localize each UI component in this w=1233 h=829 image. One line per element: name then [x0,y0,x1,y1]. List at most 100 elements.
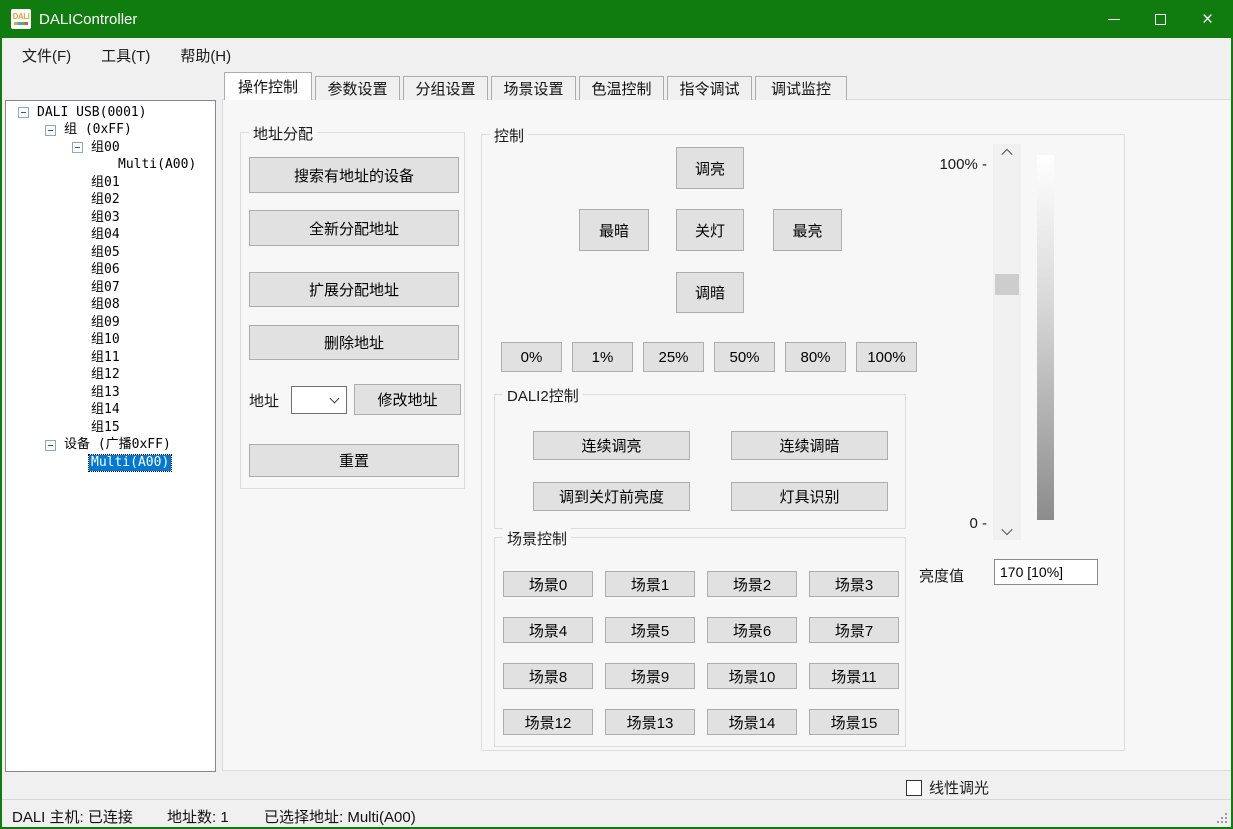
tree-item[interactable]: 组11 [6,349,215,367]
brightness-min-label: 0 - [902,515,987,532]
scene-button[interactable]: 场景1 [605,571,695,597]
tree-item[interactable]: 组05 [6,244,215,262]
scene-button[interactable]: 场景6 [707,617,797,643]
tree-item[interactable]: 组03 [6,209,215,227]
resize-grip-icon[interactable] [1215,811,1227,823]
tree-item-label: Multi(A00) [89,455,171,471]
reset-button[interactable]: 重置 [249,444,459,477]
close-button[interactable]: × [1184,0,1231,38]
brightness-gradient-bar [1037,155,1054,520]
tab[interactable]: 场景设置 [491,76,576,100]
tree-item[interactable]: 组01 [6,174,215,192]
menu-item[interactable]: 工具(T) [89,40,162,71]
brightness-scrollbar[interactable] [993,144,1021,540]
tree-item-label: 组05 [89,245,122,261]
percent-button[interactable]: 1% [572,342,633,372]
lights-off-button[interactable]: 关灯 [676,209,744,251]
dali2-group-title: DALI2控制 [503,385,583,406]
scene-button[interactable]: 场景0 [503,571,593,597]
dimmest-button[interactable]: 最暗 [579,209,649,251]
delete-address-button[interactable]: 删除地址 [249,325,459,360]
percent-button[interactable]: 0% [501,342,562,372]
menu-item[interactable]: 帮助(H) [168,40,243,71]
minimize-button[interactable] [1090,0,1137,38]
app-window: DALI DALIController × 文件(F) 工具(T) 帮助(H) … [0,0,1233,829]
scene-button[interactable]: 场景5 [605,617,695,643]
dali2-button[interactable]: 灯具识别 [731,482,888,511]
tree-item[interactable]: 组13 [6,384,215,402]
tree-item[interactable]: 组 (0xFF) [6,122,215,140]
scene-button[interactable]: 场景9 [605,663,695,689]
tree-item-label: Multi(A00) [116,157,198,173]
tree-item[interactable]: 组10 [6,332,215,350]
extend-assign-addresses-button[interactable]: 扩展分配地址 [249,272,459,307]
brightest-button[interactable]: 最亮 [773,209,842,251]
menu-item[interactable]: 文件(F) [10,40,83,71]
scene-button[interactable]: 场景2 [707,571,797,597]
tree-item[interactable]: 组08 [6,297,215,315]
scene-button[interactable]: 场景7 [809,617,899,643]
scene-button[interactable]: 场景13 [605,709,695,735]
tab[interactable]: 指令调试 [667,76,752,100]
tree-item[interactable]: 组02 [6,192,215,210]
tree-expander-minus-icon[interactable] [18,107,29,118]
tab[interactable]: 分组设置 [403,76,488,100]
tree-item-label: 组09 [89,315,122,331]
scene-button[interactable]: 场景4 [503,617,593,643]
tree-item[interactable]: 组15 [6,419,215,437]
scene-button[interactable]: 场景3 [809,571,899,597]
scene-button[interactable]: 场景11 [809,663,899,689]
maximize-button[interactable] [1137,0,1184,38]
tab[interactable]: 操作控制 [224,72,312,100]
brighten-button[interactable]: 调亮 [676,147,744,189]
tree-item[interactable]: DALI USB(0001) [6,104,215,122]
percent-button[interactable]: 100% [856,342,917,372]
status-host-connection: DALI 主机: 已连接 [12,806,133,827]
scene-button[interactable]: 场景14 [707,709,797,735]
tree-item[interactable]: 组14 [6,402,215,420]
dali-icon-colorbar [14,22,28,25]
percent-button[interactable]: 50% [714,342,775,372]
scroll-down-button[interactable] [993,522,1021,540]
tree-item[interactable]: 组07 [6,279,215,297]
tab[interactable]: 色温控制 [579,76,664,100]
tree-expander-minus-icon[interactable] [45,125,56,136]
percent-button[interactable]: 80% [785,342,846,372]
dali2-button[interactable]: 连续调亮 [533,431,690,460]
tree-item[interactable]: 组04 [6,227,215,245]
tree-expander-minus-icon[interactable] [72,142,83,153]
dali-icon-text: DALI [13,13,30,21]
tree-expander-minus-icon[interactable] [45,440,56,451]
tree-item-label: 组04 [89,227,122,243]
tree-item[interactable]: 组12 [6,367,215,385]
address-combobox[interactable] [291,386,347,414]
tree-item[interactable]: 组09 [6,314,215,332]
control-group: 控制 调亮 最暗 关灯 最亮 调暗 0% 1% 25% 50% 80% 100% [481,134,1125,751]
scene-button[interactable]: 场景10 [707,663,797,689]
tree-item[interactable]: 设备 (广播0xFF) [6,437,215,455]
darken-button[interactable]: 调暗 [676,272,744,313]
search-addressed-devices-button[interactable]: 搜索有地址的设备 [249,157,459,193]
scene-button[interactable]: 场景15 [809,709,899,735]
scroll-up-button[interactable] [993,144,1021,162]
tree-item-label: 组00 [89,140,122,156]
tab[interactable]: 调试监控 [755,76,847,100]
scene-button[interactable]: 场景12 [503,709,593,735]
dali2-button[interactable]: 连续调暗 [731,431,888,460]
modify-address-button[interactable]: 修改地址 [354,384,461,415]
brightness-value-field[interactable] [994,559,1098,585]
scene-button[interactable]: 场景8 [503,663,593,689]
tree-item[interactable]: 组00 [6,139,215,157]
dali2-button[interactable]: 调到关灯前亮度 [533,482,690,511]
assign-new-addresses-button[interactable]: 全新分配地址 [249,210,459,246]
percent-button[interactable]: 25% [643,342,704,372]
menu-bar: 文件(F) 工具(T) 帮助(H) [4,38,1229,72]
tab-page-operation-control: 地址分配 搜索有地址的设备 全新分配地址 扩展分配地址 删除地址 地址 修改地址… [222,99,1233,771]
tree-item[interactable]: 组06 [6,262,215,280]
scrollbar-thumb[interactable] [995,274,1019,295]
linear-dimming-checkbox[interactable] [906,780,922,796]
tab[interactable]: 参数设置 [315,76,400,100]
tree-item[interactable]: Multi(A00) [6,157,215,175]
device-tree[interactable]: DALI USB(0001) 组 (0xFF) 组00 Multi(A00) 组… [5,100,216,772]
tree-item[interactable]: Multi(A00) [6,454,215,472]
